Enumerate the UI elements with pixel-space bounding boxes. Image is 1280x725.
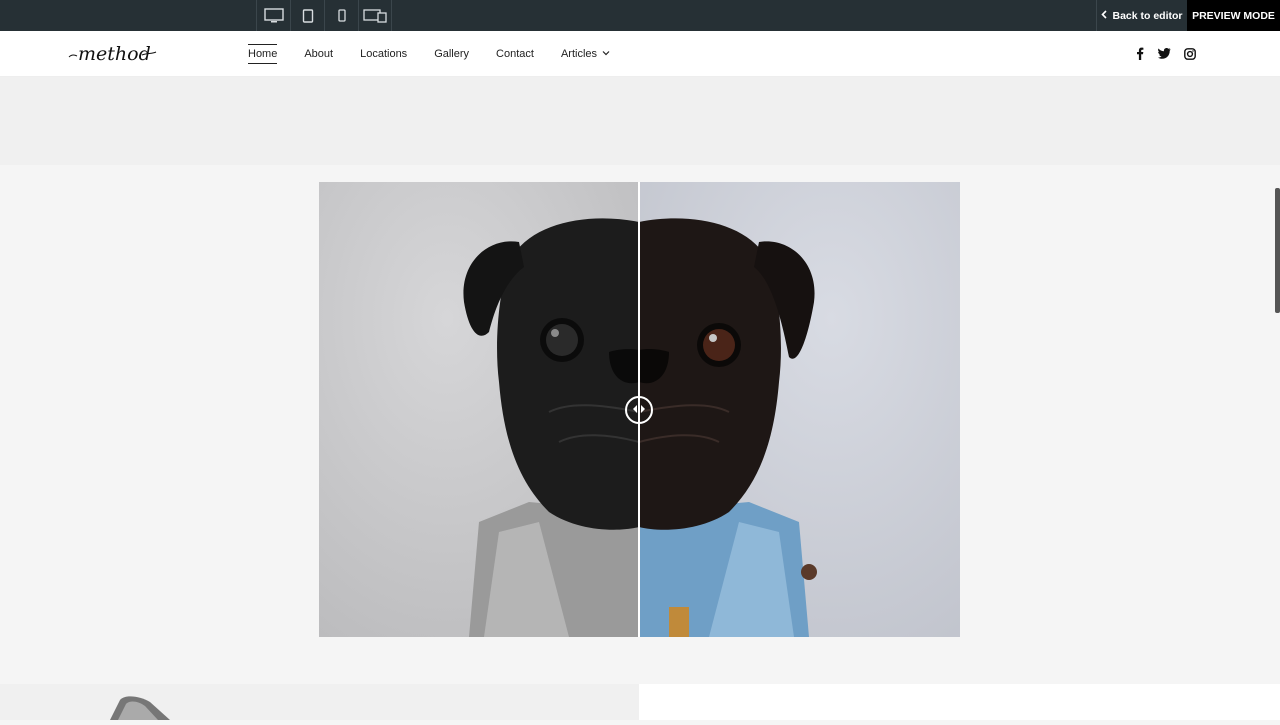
mobile-view-button[interactable] <box>324 0 358 31</box>
desktop-view-button[interactable] <box>256 0 290 31</box>
arrows-left-right-icon <box>632 401 646 419</box>
compare-drag-handle[interactable] <box>625 396 653 424</box>
site-logo[interactable]: method <box>68 40 158 68</box>
nav-item-home[interactable]: Home <box>248 31 278 77</box>
social-links <box>1133 47 1196 60</box>
after-image <box>639 182 960 637</box>
tablet-view-button[interactable] <box>290 0 324 31</box>
nav-item-articles[interactable]: Articles <box>561 31 610 77</box>
editor-toolbar: Back to editor PREVIEW MODE <box>0 0 1280 31</box>
next-section-image <box>0 684 639 720</box>
mobile-icon <box>337 9 346 22</box>
next-section-content <box>639 684 1280 720</box>
device-switcher <box>256 0 392 31</box>
image-compare-slider[interactable] <box>319 182 960 637</box>
back-to-editor-button[interactable]: Back to editor <box>1096 0 1187 31</box>
site-header: method Home About Locations Gallery Cont… <box>0 31 1280 77</box>
nav-item-locations[interactable]: Locations <box>360 31 407 77</box>
instagram-icon[interactable] <box>1183 47 1196 60</box>
svg-text:method: method <box>78 43 151 65</box>
nav-item-gallery[interactable]: Gallery <box>434 31 469 77</box>
hero-band <box>0 77 1280 165</box>
main-nav: Home About Locations Gallery Contact Art… <box>248 31 637 77</box>
preview-mode-label: PREVIEW MODE <box>1187 0 1280 31</box>
nav-item-about[interactable]: About <box>304 31 333 77</box>
desktop-icon <box>263 7 284 24</box>
chevron-down-icon <box>602 31 610 77</box>
nav-item-contact[interactable]: Contact <box>496 31 534 77</box>
tablet-icon <box>302 8 314 23</box>
back-to-editor-label: Back to editor <box>1112 9 1183 22</box>
chevron-left-icon <box>1101 9 1108 22</box>
responsive-view-button[interactable] <box>358 0 392 31</box>
nav-item-articles-label: Articles <box>560 48 598 60</box>
page-scrollbar[interactable] <box>1275 188 1280 313</box>
facebook-icon[interactable] <box>1133 47 1146 60</box>
responsive-icon <box>363 8 387 23</box>
before-image <box>319 182 639 637</box>
twitter-icon[interactable] <box>1158 47 1171 60</box>
